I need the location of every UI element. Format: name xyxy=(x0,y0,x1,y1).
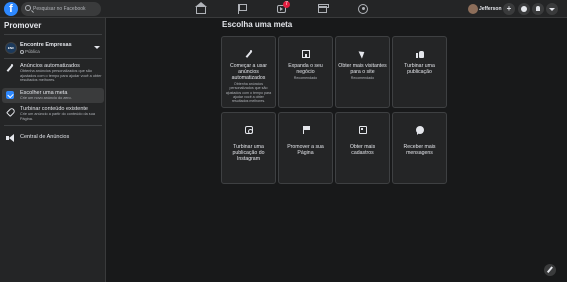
search-box[interactable] xyxy=(21,2,101,16)
sidebar-item-description: Crie um novo anúncio do zero. xyxy=(20,96,72,100)
goal-card-automated-ads[interactable]: Começar a usar anúncios automatizados Ob… xyxy=(221,36,276,108)
home-icon[interactable] xyxy=(195,2,207,14)
edit-pencil-icon[interactable] xyxy=(544,264,556,276)
page-title: Escolha uma meta xyxy=(222,20,293,29)
magic-wand-icon xyxy=(6,64,14,72)
sidebar-title: Promover xyxy=(4,21,42,30)
goal-card-description: Recomendado xyxy=(293,76,318,80)
search-input[interactable] xyxy=(33,4,99,14)
goal-card-more-messages[interactable]: Receber mais mensagens xyxy=(392,112,447,184)
goal-card-grow-business[interactable]: Expanda o seu negócio Recomendado xyxy=(278,36,333,108)
goal-card-title: Promover a sua Página xyxy=(287,144,324,156)
notification-count-badge: 7 xyxy=(283,1,290,8)
create-plus-icon[interactable] xyxy=(503,3,515,15)
messenger-icon[interactable] xyxy=(518,3,530,15)
goal-check-icon xyxy=(6,91,14,99)
marketplace-icon[interactable] xyxy=(318,4,329,13)
goal-card-title: Receber mais mensagens xyxy=(403,144,436,156)
pages-flag-icon[interactable] xyxy=(237,4,247,14)
goal-card-title: Turbinar uma publicação xyxy=(404,63,435,75)
magic-wand-icon xyxy=(245,50,253,58)
chevron-down-icon[interactable] xyxy=(94,46,100,49)
goal-card-title: Turbinar uma publicação do Instagram xyxy=(232,144,265,162)
avatar xyxy=(468,4,478,14)
goal-card-promote-page[interactable]: Promover a sua Página xyxy=(278,112,333,184)
thumbs-up-icon xyxy=(416,50,424,58)
goal-card-boost-instagram-post[interactable]: Turbinar uma publicação do Instagram xyxy=(221,112,276,184)
sidebar-item-automated-ads[interactable]: Anúncios automatizados Obtenha anúncios … xyxy=(2,61,104,87)
sidebar-item-label: Central de Anúncios xyxy=(20,134,70,140)
facebook-logo-icon[interactable]: f xyxy=(4,2,18,16)
sidebar-divider xyxy=(4,34,102,35)
account-menu-caret-icon[interactable] xyxy=(546,3,558,15)
sidebar-item-choose-goal[interactable]: Escolher uma meta Crie um novo anúncio d… xyxy=(2,88,104,103)
chat-icon xyxy=(416,126,424,135)
goal-card-description: Obtenha anúncios personalizados que são … xyxy=(225,82,272,104)
store-icon xyxy=(302,50,310,58)
goal-card-title: Obter mais cadastros xyxy=(349,144,376,156)
goal-card-website-visitors[interactable]: Obter mais visitantes para o site Recome… xyxy=(335,36,390,108)
page-name: Encontre Empresas xyxy=(20,42,72,48)
sidebar-item-description: Obtenha anúncios personalizados que são … xyxy=(20,69,102,83)
sidebar-item-description: Crie um anúncio a partir do conteúdo da … xyxy=(20,112,95,121)
globe-icon xyxy=(20,49,24,54)
cursor-icon xyxy=(359,50,367,58)
goal-card-description: Recomendado xyxy=(350,76,375,80)
promote-sidebar: Promover ENC Encontre Empresas Pública A… xyxy=(0,18,106,282)
goal-card-title: Expanda o seu negócio xyxy=(288,63,323,75)
page-visibility: Pública xyxy=(20,49,40,54)
goal-card-more-signups[interactable]: Obter mais cadastros xyxy=(335,112,390,184)
sidebar-item-boost-content[interactable]: Turbinar conteúdo existente Crie um anún… xyxy=(2,104,104,121)
page-selector[interactable]: ENC Encontre Empresas Pública xyxy=(2,41,104,55)
goal-card-title: Começar a usar anúncios automatizados xyxy=(230,63,267,81)
rocket-icon xyxy=(6,107,14,115)
sidebar-item-ad-center[interactable]: Central de Anúncios xyxy=(2,131,104,144)
id-card-icon xyxy=(359,126,367,134)
top-navigation-bar: f 7 Jefferson xyxy=(0,0,567,18)
instagram-icon xyxy=(245,126,253,134)
goal-card-title: Obter mais visitantes para o site xyxy=(338,63,387,75)
megaphone-icon xyxy=(6,134,14,142)
flag-icon xyxy=(302,126,310,134)
sidebar-divider xyxy=(4,58,102,59)
profile-button[interactable]: Jefferson xyxy=(466,2,502,16)
groups-icon[interactable] xyxy=(358,4,368,14)
notifications-bell-icon[interactable] xyxy=(532,3,544,15)
page-avatar: ENC xyxy=(5,42,17,54)
profile-name: Jefferson xyxy=(479,6,502,12)
search-icon xyxy=(25,5,31,11)
sidebar-divider xyxy=(4,125,102,126)
goal-card-boost-post[interactable]: Turbinar uma publicação xyxy=(392,36,447,108)
